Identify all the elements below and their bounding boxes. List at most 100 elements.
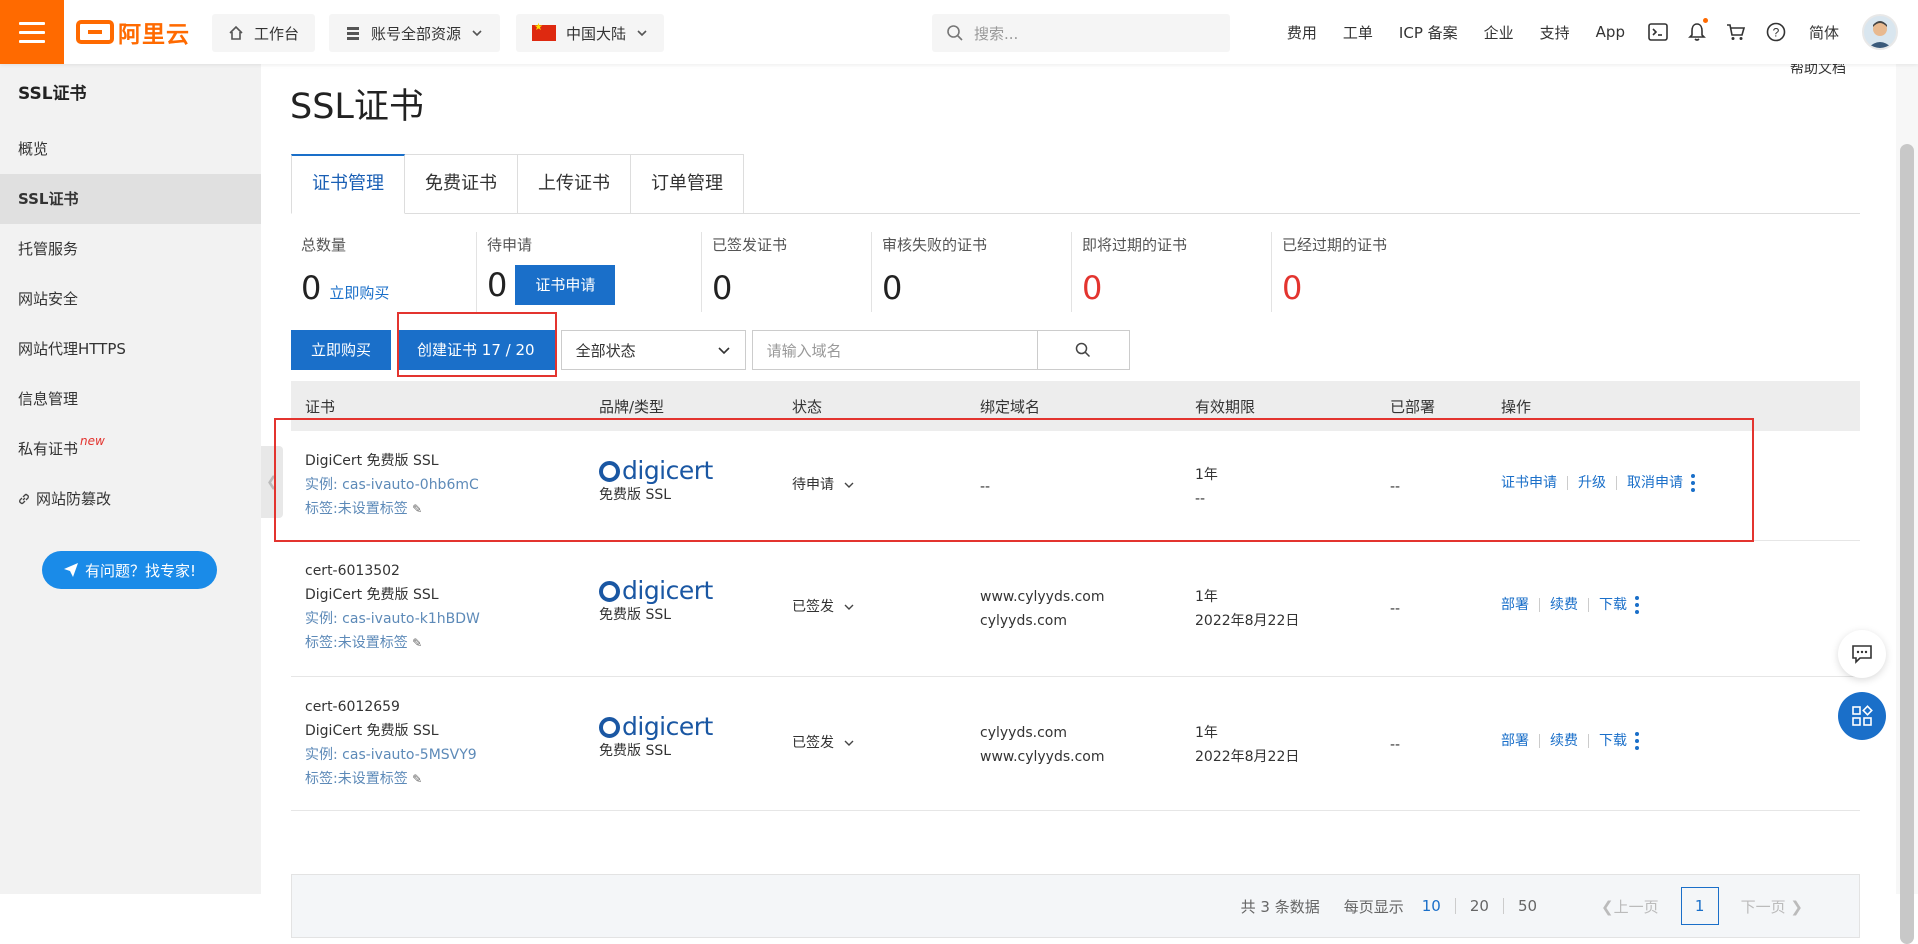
status-select[interactable]: 全部状态 [560, 330, 746, 370]
chat-icon[interactable] [1838, 630, 1886, 678]
period: 1年 [1195, 589, 1218, 605]
renew-action[interactable]: 续费 [1550, 593, 1578, 617]
nav-billing[interactable]: 费用 [1274, 22, 1330, 43]
cert-instance-link[interactable]: 实例: cas-ivauto-k1hBDW [305, 607, 480, 631]
sidebar-item-label: 网站代理HTTPS [18, 340, 126, 358]
help-icon[interactable]: ? [1756, 22, 1796, 42]
apply-cert-action[interactable]: 证书申请 [1501, 471, 1557, 495]
download-action[interactable]: 下载 [1599, 593, 1627, 617]
sidebar-item-website-security[interactable]: 网站安全 [0, 274, 261, 324]
tab-upload-cert[interactable]: 上传证书 [518, 154, 631, 214]
upgrade-action[interactable]: 升级 [1578, 471, 1606, 495]
next-page-button[interactable]: 下一页 ❯ [1741, 896, 1803, 917]
page-size-10[interactable]: 10 [1422, 897, 1441, 915]
kebab-icon[interactable] [1691, 474, 1695, 492]
apply-cert-button[interactable]: 证书申请 [515, 265, 616, 305]
apps-icon[interactable] [1838, 692, 1886, 740]
nav-support[interactable]: 支持 [1527, 22, 1583, 43]
status-dropdown[interactable]: 待申请 [792, 473, 854, 497]
divider [1588, 598, 1589, 612]
user-avatar[interactable] [1862, 14, 1898, 50]
prev-page-button[interactable]: ❮上一页 [1601, 896, 1659, 917]
resources-dropdown[interactable]: 账号全部资源 [329, 14, 500, 52]
hamburger-menu-icon[interactable] [0, 0, 64, 64]
tab-order-management[interactable]: 订单管理 [631, 154, 744, 214]
cert-name: cert-6012659 [305, 699, 400, 715]
actions-cell: 部署 续费 下载 [1501, 593, 1639, 617]
renew-action[interactable]: 续费 [1550, 729, 1578, 753]
cancel-apply-action[interactable]: 取消申请 [1627, 471, 1683, 495]
sidebar-item-private-cert[interactable]: 私有证书 new [0, 424, 261, 474]
stat-label: 已经过期的证书 [1282, 236, 1388, 254]
nav-enterprise[interactable]: 企业 [1471, 22, 1527, 43]
sidebar-item-tamper-protection[interactable]: 网站防篡改 [0, 474, 261, 524]
sidebar-item-label: 托管服务 [18, 240, 79, 258]
nav-icp[interactable]: ICP 备案 [1386, 22, 1471, 43]
sidebar-item-https-proxy[interactable]: 网站代理HTTPS [0, 324, 261, 374]
stat-label: 即将过期的证书 [1082, 236, 1188, 254]
brand-type: 免费版 SSL [599, 607, 672, 623]
search-icon [1075, 342, 1091, 358]
digicert-logo: digicert [599, 714, 713, 739]
notification-dot [1702, 18, 1708, 23]
kebab-icon[interactable] [1635, 732, 1639, 750]
divider [1539, 734, 1540, 748]
region-dropdown[interactable]: 中国大陆 [516, 14, 664, 52]
terminal-icon[interactable] [1638, 23, 1678, 41]
tab-bar: 证书管理 免费证书 上传证书 订单管理 [291, 154, 1860, 214]
bell-icon[interactable] [1678, 18, 1716, 42]
sidebar-item-label: 网站防篡改 [36, 490, 112, 508]
sidebar-item-ssl-certificates[interactable]: SSL证书 [0, 174, 261, 224]
stat-expired: 已经过期的证书 0 [1271, 232, 1471, 312]
tab-cert-management[interactable]: 证书管理 [291, 154, 405, 214]
cart-icon[interactable] [1716, 23, 1756, 41]
nav-app[interactable]: App [1583, 23, 1638, 41]
scrollbar-thumb[interactable] [1900, 144, 1914, 944]
status-dropdown[interactable]: 已签发 [792, 731, 854, 755]
create-cert-button[interactable]: 创建证书 17 / 20 [397, 330, 555, 370]
stat-issued: 已签发证书 0 [701, 232, 871, 312]
sidebar-item-managed-service[interactable]: 托管服务 [0, 224, 261, 274]
buy-now-link[interactable]: 立即购买 [329, 282, 389, 303]
expiry: 2022年8月22日 [1195, 613, 1300, 629]
page-scrollbar[interactable] [1896, 64, 1918, 944]
cert-instance-link[interactable]: 实例: cas-ivauto-0hb6mC [305, 473, 479, 497]
stat-value: 0 [882, 269, 903, 307]
domain-search-button[interactable] [1036, 331, 1129, 369]
kebab-icon[interactable] [1635, 596, 1639, 614]
page-size-20[interactable]: 20 [1470, 897, 1489, 915]
status-dropdown[interactable]: 已签发 [792, 595, 854, 619]
edit-icon[interactable]: ✎ [412, 636, 422, 650]
domain-search-input[interactable]: 请输入域名 [753, 340, 1037, 361]
current-page[interactable]: 1 [1680, 887, 1719, 925]
page-size-50[interactable]: 50 [1518, 897, 1537, 915]
ask-expert-button[interactable]: 有问题？找专家! [42, 551, 217, 589]
stat-value: 0 [1082, 269, 1103, 307]
language-switch[interactable]: 简体 [1796, 22, 1852, 43]
ask-expert-label: 有问题？找专家! [84, 561, 196, 580]
tab-free-certs[interactable]: 免费证书 [405, 154, 518, 214]
download-action[interactable]: 下载 [1599, 729, 1627, 753]
cert-tag[interactable]: 标签:未设置标签 ✎ [305, 767, 477, 791]
deploy-action[interactable]: 部署 [1501, 729, 1529, 753]
digicert-ring-icon [599, 716, 620, 738]
sidebar-title: SSL证书 [18, 84, 87, 104]
workbench-button[interactable]: 工作台 [212, 14, 315, 52]
nav-tickets[interactable]: 工单 [1330, 22, 1386, 43]
cert-cell: cert-6012659 DigiCert 免费版 SSL 实例: cas-iv… [305, 695, 477, 791]
cert-instance-link[interactable]: 实例: cas-ivauto-5MSVY9 [305, 743, 477, 767]
cert-tag[interactable]: 标签:未设置标签 ✎ [305, 631, 480, 655]
chevron-down-icon [637, 30, 647, 37]
validity-cell: 1年 2022年8月22日 [1195, 721, 1299, 769]
table-header: 证书 品牌/类型 状态 绑定域名 有效期限 已部署 操作 [291, 381, 1860, 431]
deployed-cell: -- [1390, 479, 1401, 495]
sidebar-item-overview[interactable]: 概览 [0, 124, 261, 174]
sidebar-item-info-management[interactable]: 信息管理 [0, 374, 261, 424]
aliyun-logo[interactable]: 阿里云 [76, 17, 190, 48]
deploy-action[interactable]: 部署 [1501, 593, 1529, 617]
cert-tag[interactable]: 标签:未设置标签 ✎ [305, 497, 479, 521]
global-search-input[interactable]: 搜索... [932, 14, 1230, 52]
edit-icon[interactable]: ✎ [412, 772, 422, 786]
buy-now-button[interactable]: 立即购买 [291, 330, 392, 370]
edit-icon[interactable]: ✎ [412, 502, 422, 516]
